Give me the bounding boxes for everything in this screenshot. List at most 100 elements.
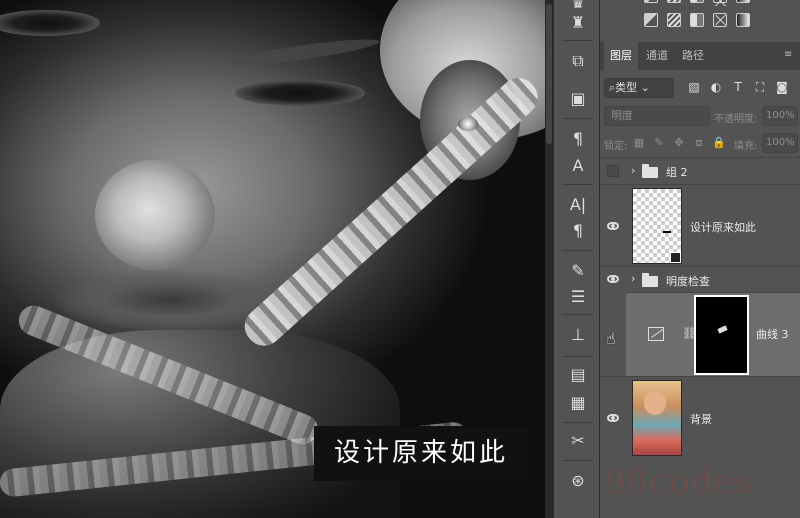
smart-object-filter-icon[interactable]: ◙ <box>774 79 790 95</box>
tab-paths[interactable]: 路径 <box>676 42 710 70</box>
toolbar-divider <box>562 422 593 423</box>
tab-channels[interactable]: 通道 <box>640 42 674 70</box>
lock-label: 锁定: <box>604 141 628 152</box>
character-icon[interactable]: A <box>567 155 589 177</box>
thumbnail-mark <box>663 231 671 233</box>
invert-icon[interactable] <box>713 13 727 27</box>
layer-filter-row: ⌕类型 ⌄ ▧ ◐ T ⛶ ◙ <box>600 76 800 100</box>
lock-transparent-icon[interactable]: ▦ <box>632 136 646 150</box>
toolbar-divider <box>562 250 593 251</box>
layer-name: 背景 <box>690 413 712 426</box>
layer-row-group-2[interactable]: › 组 2 <box>600 157 800 184</box>
tools-icon[interactable]: ✂ <box>567 430 589 452</box>
stamp-icon[interactable]: ♜ <box>567 12 589 34</box>
blend-mode-select[interactable]: 明度 <box>604 106 710 126</box>
brush-settings-icon[interactable]: ✎ <box>567 260 589 282</box>
photo-eyebrow <box>229 34 381 70</box>
chevron-right-icon[interactable]: › <box>631 272 635 285</box>
page-icon[interactable]: ▤ <box>567 364 589 386</box>
share-icon[interactable]: ⊛ <box>567 470 589 492</box>
lock-artboard-icon[interactable]: ⧈ <box>692 136 706 150</box>
blend-row: 明度 不透明度: 100% <box>600 104 800 128</box>
adjustment-icon[interactable] <box>713 0 727 3</box>
adjustment-icon[interactable] <box>690 0 704 3</box>
toolbar-divider <box>562 118 593 119</box>
opacity-label: 不透明度: <box>714 114 758 125</box>
hand-cursor-icon: ☝ <box>606 329 616 348</box>
smart-object-badge-icon <box>670 252 681 263</box>
layers-panel: 图层 通道 路径 ≡ ⌕类型 ⌄ ▧ ◐ T ⛶ ◙ 明度 不透明度: 100%… <box>600 0 800 518</box>
lock-row: 锁定: ▦ ✎ ✥ ⧈ 🔒 填充: 100% <box>600 132 800 154</box>
lock-image-icon[interactable]: ✎ <box>652 136 666 150</box>
layer-mask-thumbnail[interactable] <box>694 295 749 375</box>
layer-name: 曲线 3 <box>756 328 789 341</box>
type-filter-icon[interactable]: T <box>730 79 746 95</box>
shape-filter-icon[interactable]: ⛶ <box>752 79 768 95</box>
folder-icon <box>642 164 658 178</box>
lock-all-icon[interactable]: 🔒 <box>712 136 726 150</box>
toolbar-divider <box>562 40 593 41</box>
chevron-right-icon[interactable]: › <box>631 164 635 177</box>
filter-kind-label: 类型 <box>615 81 638 94</box>
photo-right-eye <box>235 80 365 106</box>
visibility-toggle[interactable] <box>600 377 626 458</box>
mask-spot <box>717 325 728 334</box>
visibility-toggle[interactable] <box>600 185 626 266</box>
eye-icon <box>607 275 619 283</box>
visibility-toggle[interactable] <box>600 158 626 184</box>
adjustment-icon[interactable] <box>644 0 658 3</box>
photo-earring <box>458 117 478 131</box>
watermark: 98codes <box>604 462 754 502</box>
layer-thumbnail <box>632 188 682 264</box>
document-canvas[interactable]: 设计原来如此 <box>0 0 545 518</box>
panel-toolbar: ♛ ♜ ⧉ ▣ ¶ A A| ¶ ✎ ☰ ⊥ ▤ ▦ ✂ ⊛ <box>553 0 600 518</box>
visibility-off-icon <box>607 165 619 177</box>
adjustment-filter-icon[interactable]: ◐ <box>708 79 724 95</box>
scrollbar-thumb[interactable] <box>546 4 552 144</box>
visibility-toggle[interactable] <box>600 267 626 292</box>
adjustments-row <box>600 0 800 38</box>
channel-mixer-icon[interactable] <box>667 13 681 27</box>
adjustment-icon[interactable] <box>667 0 681 3</box>
adjustment-icon[interactable] <box>736 0 750 3</box>
fill-field[interactable]: 100% <box>762 133 798 153</box>
canvas-caption: 设计原来如此 <box>314 426 528 481</box>
layer-name: 设计原来如此 <box>690 221 756 234</box>
canvas-scrollbar[interactable] <box>545 0 553 518</box>
lock-position-icon[interactable]: ✥ <box>672 136 686 150</box>
toolbar-divider <box>562 184 593 185</box>
color-lookup-icon[interactable] <box>690 13 704 27</box>
photo-left-eye <box>0 10 100 36</box>
filter-kind-select[interactable]: ⌕类型 ⌄ <box>604 78 674 98</box>
fill-label: 填充: <box>734 141 758 152</box>
panel-menu-icon[interactable]: ≡ <box>784 50 794 60</box>
folder-icon <box>642 273 658 287</box>
character-style-icon[interactable]: A| <box>567 194 589 216</box>
stamp-tool-icon[interactable]: ⊥ <box>567 324 589 346</box>
layer-row-luminosity-check[interactable]: › 明度检查 <box>600 266 800 292</box>
toolbar-divider <box>562 314 593 315</box>
photo-collar-ruffle <box>237 70 545 354</box>
blend-mode-label: 明度 <box>611 109 633 122</box>
curves-adjustment-icon <box>648 327 664 341</box>
tab-layers[interactable]: 图层 <box>604 42 638 70</box>
layer-row-curves-3[interactable]: ⛓ 曲线 3 <box>626 292 800 376</box>
gradient-map-icon[interactable] <box>736 13 750 27</box>
frame-icon[interactable]: ▣ <box>567 88 589 110</box>
thumbnail-face <box>644 391 666 415</box>
background-thumbnail <box>632 380 682 456</box>
toolbar-divider <box>562 356 593 357</box>
photo-filter-icon[interactable] <box>644 13 658 27</box>
layer-row-smart-object[interactable]: 设计原来如此 <box>600 184 800 266</box>
photo-nose <box>95 160 215 270</box>
paragraph-icon[interactable]: ¶ <box>567 220 589 242</box>
eye-icon <box>607 414 619 422</box>
notes-icon[interactable]: ▦ <box>567 392 589 414</box>
toolbar-divider <box>562 460 593 461</box>
opacity-field[interactable]: 100% <box>762 106 798 126</box>
3d-object-icon[interactable]: ⧉ <box>567 50 589 72</box>
adjustments-icon[interactable]: ☰ <box>567 286 589 308</box>
text-style-icon[interactable]: ¶ <box>567 128 589 150</box>
pixel-filter-icon[interactable]: ▧ <box>686 79 702 95</box>
layer-row-background[interactable]: 背景 <box>600 376 800 458</box>
